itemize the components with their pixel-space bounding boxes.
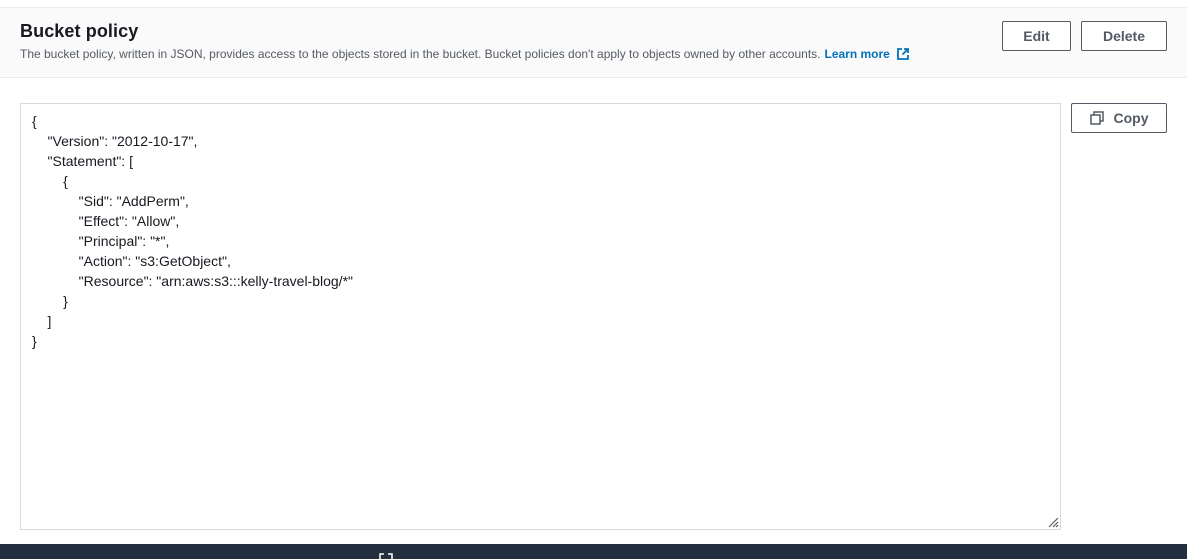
policy-description: The bucket policy, written in JSON, prov… xyxy=(20,47,910,61)
bracket-icon xyxy=(379,553,393,559)
bucket-policy-header: Bucket policy The bucket policy, written… xyxy=(0,8,1187,78)
external-link-icon xyxy=(896,48,909,60)
resize-handle-icon[interactable] xyxy=(1045,514,1059,528)
bucket-policy-page: Bucket policy The bucket policy, written… xyxy=(0,0,1187,559)
delete-button[interactable]: Delete xyxy=(1081,21,1167,51)
policy-json-editor[interactable]: { "Version": "2012-10-17", "Statement": … xyxy=(20,103,1061,530)
copy-icon xyxy=(1089,111,1104,125)
learn-more-link[interactable]: Learn more xyxy=(825,47,910,61)
policy-description-text: The bucket policy, written in JSON, prov… xyxy=(20,47,821,61)
policy-json-text: { "Version": "2012-10-17", "Statement": … xyxy=(32,113,353,349)
learn-more-label: Learn more xyxy=(824,47,890,61)
copy-button-label: Copy xyxy=(1113,110,1149,126)
edit-button[interactable]: Edit xyxy=(1002,21,1071,51)
copy-button[interactable]: Copy xyxy=(1071,103,1167,133)
page-title: Bucket policy xyxy=(20,21,139,41)
top-strip xyxy=(0,0,1187,8)
footer-bar xyxy=(0,544,1187,559)
